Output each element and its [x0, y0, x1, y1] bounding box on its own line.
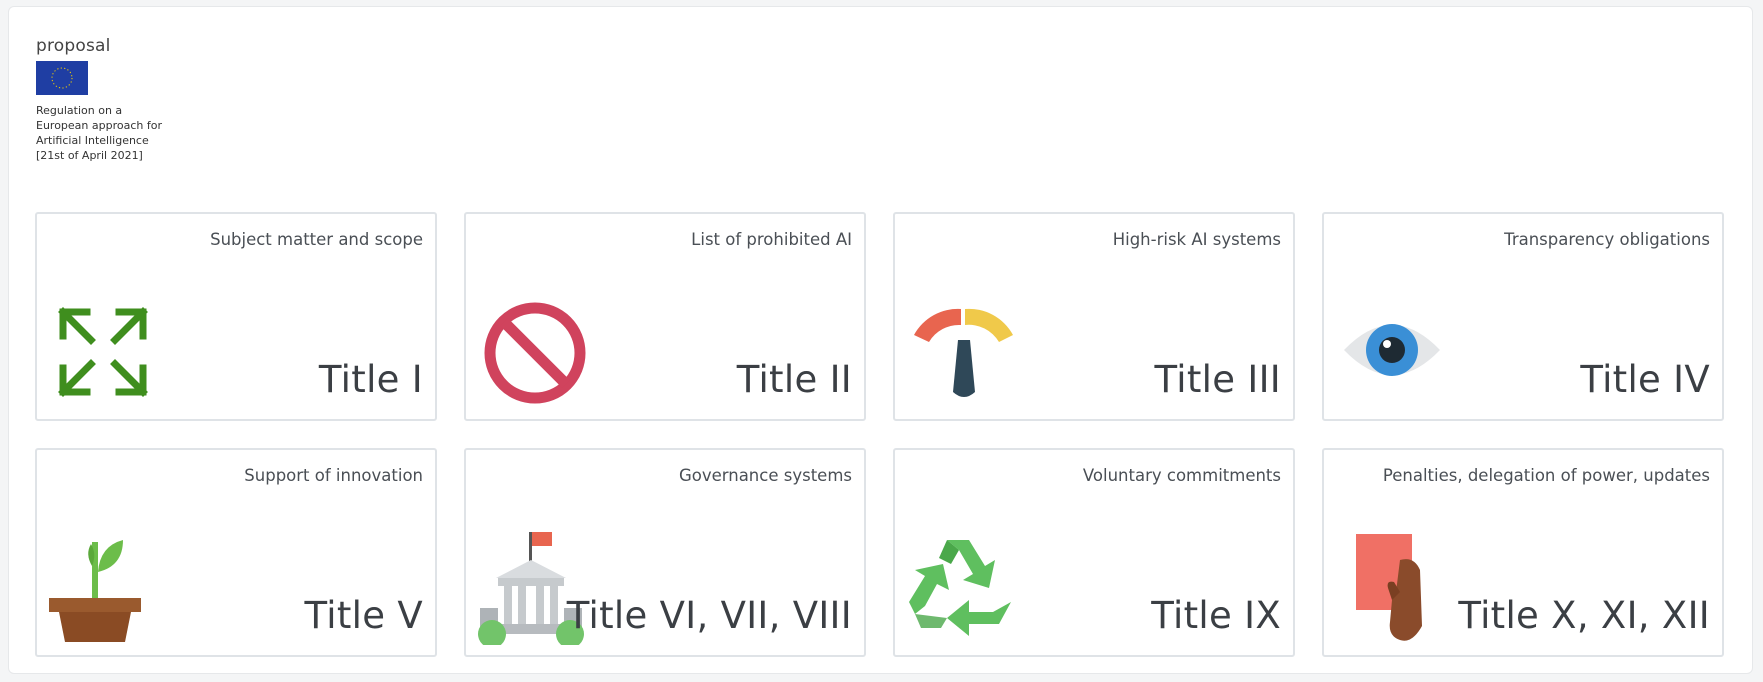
prohibited-icon: [484, 302, 586, 404]
card-subject-matter[interactable]: Subject matter and scope Title I: [35, 212, 437, 421]
regulation-description: Regulation on a European approach for Ar…: [36, 104, 162, 162]
proposal-label: proposal: [36, 36, 111, 56]
card-innovation[interactable]: Support of innovation Title V: [35, 448, 437, 657]
card-heading: List of prohibited AI: [691, 230, 852, 249]
card-title: Title I: [318, 358, 423, 401]
card-title: Title X, XI, XII: [1458, 594, 1710, 637]
card-heading: High-risk AI systems: [1112, 230, 1281, 249]
card-title: Title IV: [1580, 358, 1710, 401]
card-heading: Transparency obligations: [1504, 230, 1710, 249]
card-voluntary[interactable]: Voluntary commitments Title IX: [893, 448, 1295, 657]
gauge-icon: [914, 308, 1013, 397]
card-title: Title III: [1154, 358, 1281, 401]
proposal-header: proposal Regulation on a European approa…: [36, 36, 336, 163]
card-heading: Governance systems: [678, 466, 852, 485]
card-prohibited-ai[interactable]: List of prohibited AI Title II: [464, 212, 866, 421]
card-heading: Support of innovation: [244, 466, 423, 485]
card-governance[interactable]: Governance systems Title VI, VII, VIII: [464, 448, 866, 657]
card-title: Title V: [304, 594, 423, 637]
card-penalties[interactable]: Penalties, delegation of power, updates …: [1322, 448, 1724, 657]
red-card-icon: [1356, 534, 1422, 641]
card-transparency[interactable]: Transparency obligations Title IV: [1322, 212, 1724, 421]
eu-flag-icon: [36, 61, 88, 95]
card-title: Title VI, VII, VIII: [566, 594, 852, 637]
expand-arrows-icon: [58, 307, 148, 397]
card-high-risk-ai[interactable]: High-risk AI systems Title III: [893, 212, 1295, 421]
eye-icon: [1344, 324, 1440, 376]
card-title: Title II: [736, 358, 852, 401]
card-heading: Voluntary commitments: [1082, 466, 1281, 485]
card-heading: Penalties, delegation of power, updates: [1382, 466, 1710, 485]
card-heading: Subject matter and scope: [210, 230, 423, 249]
seedling-icon: [49, 540, 141, 642]
card-title: Title IX: [1151, 594, 1281, 637]
recycle-icon: [909, 540, 1011, 636]
